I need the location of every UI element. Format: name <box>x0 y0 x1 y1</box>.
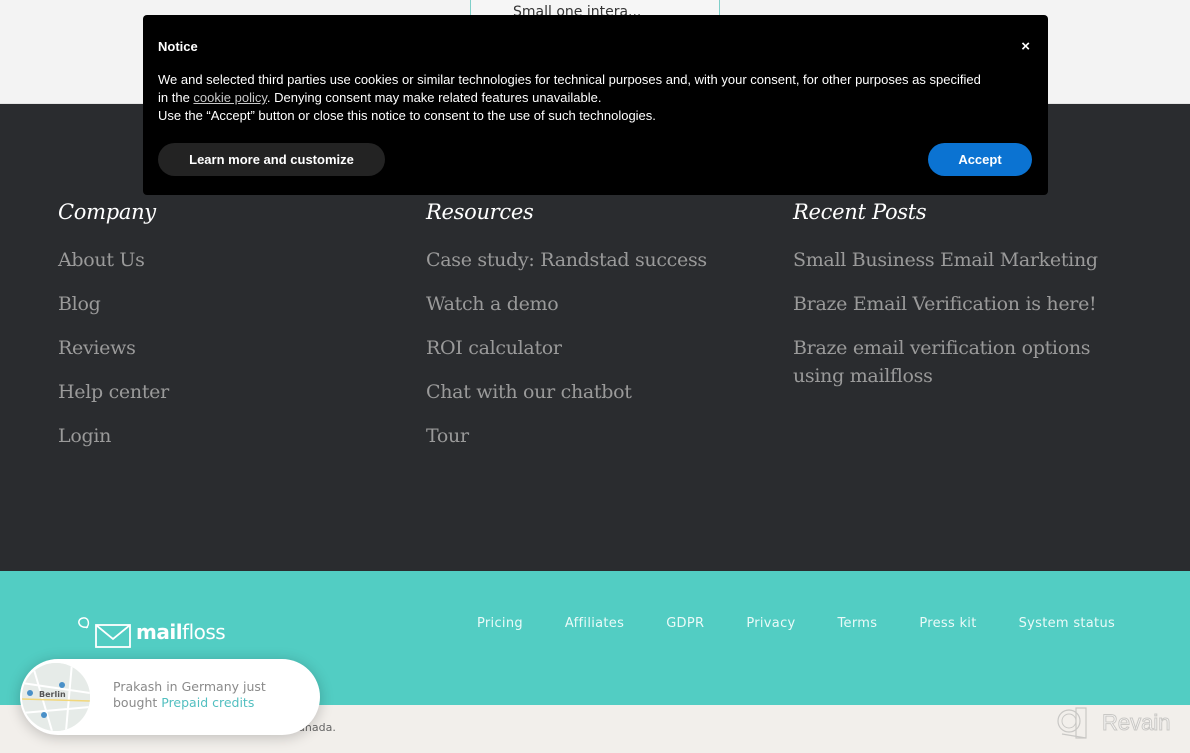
toast-message: Prakash in Germany just bought Prepaid c… <box>113 679 266 710</box>
toast-product-link[interactable]: Prepaid credits <box>161 695 254 710</box>
recent-post-link[interactable]: Braze Email Verification is here! <box>793 290 1133 318</box>
map-pin-icon <box>41 712 47 718</box>
footer-link-about-us[interactable]: About Us <box>58 246 169 274</box>
footer-nav-gdpr[interactable]: GDPR <box>666 616 704 631</box>
notice-body: We and selected third parties use cookie… <box>158 72 981 123</box>
revain-text: Revain <box>1101 710 1171 736</box>
mailfloss-logo[interactable]: mailfloss <box>74 615 226 649</box>
map-pin-icon <box>59 682 65 688</box>
footer-nav-terms[interactable]: Terms <box>838 616 878 631</box>
footer-nav-pricing[interactable]: Pricing <box>477 616 523 631</box>
footer-bottom-nav: Pricing Affiliates GDPR Privacy Terms Pr… <box>477 616 1115 631</box>
learn-more-customize-button[interactable]: Learn more and customize <box>158 143 385 176</box>
footer-column-resources: Resources Case study: Randstad success W… <box>426 200 707 466</box>
logo-text: mailfloss <box>136 620 226 644</box>
footer-column-company: Company About Us Blog Reviews Help cente… <box>58 200 169 466</box>
footer-link-chatbot[interactable]: Chat with our chatbot <box>426 378 707 406</box>
purchase-notification-toast[interactable]: Berlin Prakash in Germany just bought Pr… <box>20 659 320 735</box>
footer-link-reviews[interactable]: Reviews <box>58 334 169 362</box>
map-pin-icon <box>27 690 33 696</box>
close-icon[interactable]: × <box>1021 38 1030 55</box>
footer-link-roi-calculator[interactable]: ROI calculator <box>426 334 707 362</box>
footer-link-tour[interactable]: Tour <box>426 422 707 450</box>
accept-button[interactable]: Accept <box>928 143 1032 176</box>
revain-logo-icon <box>1057 707 1087 739</box>
recent-post-link[interactable]: Braze email verification options using m… <box>793 334 1133 390</box>
column-heading: Recent Posts <box>793 200 927 224</box>
footer-nav-press-kit[interactable]: Press kit <box>919 616 976 631</box>
column-heading: Resources <box>426 200 534 224</box>
column-heading: Company <box>58 200 156 224</box>
footer-nav-system-status[interactable]: System status <box>1019 616 1115 631</box>
envelope-swirl-icon <box>78 617 131 648</box>
cookie-consent-dialog: Notice × We and selected third parties u… <box>143 15 1048 195</box>
footer-link-blog[interactable]: Blog <box>58 290 169 318</box>
footer-link-help-center[interactable]: Help center <box>58 378 169 406</box>
footer-nav-privacy[interactable]: Privacy <box>746 616 795 631</box>
recent-post-link[interactable]: Small Business Email Marketing <box>793 246 1133 274</box>
revain-watermark: Revain <box>1056 706 1171 740</box>
footer-link-login[interactable]: Login <box>58 422 169 450</box>
notice-title: Notice <box>158 39 198 54</box>
cookie-policy-link[interactable]: cookie policy <box>193 90 266 105</box>
footer-nav-affiliates[interactable]: Affiliates <box>565 616 624 631</box>
footer-link-watch-demo[interactable]: Watch a demo <box>426 290 707 318</box>
footer-column-recent-posts: Recent Posts Small Business Email Market… <box>793 200 1133 406</box>
location-map-thumbnail: Berlin <box>22 663 90 731</box>
footer-link-case-study[interactable]: Case study: Randstad success <box>426 246 707 274</box>
map-city-label: Berlin <box>39 690 66 699</box>
